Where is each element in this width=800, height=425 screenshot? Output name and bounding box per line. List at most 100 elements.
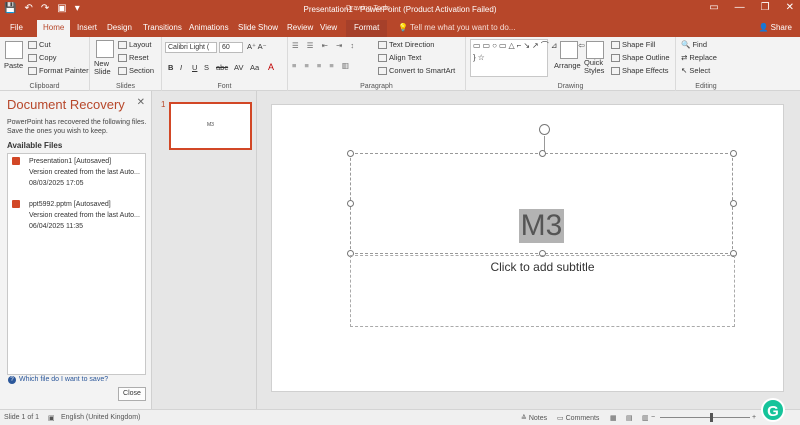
tab-file[interactable]: File (10, 23, 23, 32)
paint-bucket-icon (611, 41, 620, 50)
thumbnail-title: M3 (207, 122, 214, 128)
shape-effects-label: Shape Effects (622, 66, 669, 75)
zoom-slider[interactable] (660, 417, 750, 418)
tab-view[interactable]: View (320, 23, 337, 32)
slide-title[interactable]: M3 (518, 209, 565, 243)
shadow-button[interactable]: S (204, 63, 209, 72)
minimize-icon[interactable]: — (735, 2, 745, 13)
slide-thumbnail-pane: 1 M3 (152, 91, 257, 409)
new-slide-button[interactable]: New Slide (94, 60, 118, 76)
strikethrough-button[interactable]: abc (216, 63, 228, 72)
shape-fill-button[interactable]: Shape Fill (611, 40, 655, 50)
resize-handle-t[interactable] (539, 150, 546, 157)
text-direction-button[interactable]: Text Direction (378, 40, 434, 50)
spellcheck-icon[interactable]: ▣ (48, 414, 55, 422)
file-description: Version created from the last Auto... (29, 212, 140, 219)
tab-insert[interactable]: Insert (77, 23, 97, 32)
replace-label: Replace (689, 53, 717, 62)
reading-view-icon[interactable]: ▥ (642, 414, 649, 422)
slide-editor: M3 Click to add subtitle (258, 91, 800, 409)
select-button[interactable]: ↖ Select (681, 66, 710, 75)
tab-animations[interactable]: Animations (189, 23, 229, 32)
close-button[interactable]: Close (118, 387, 146, 401)
char-spacing-button[interactable]: AV (234, 63, 243, 72)
list-buttons-icon[interactable]: ☰ ☰ ⇤ ⇥ ↕ (292, 41, 357, 50)
ribbon-display-icon[interactable]: ▭ (709, 2, 718, 13)
align-buttons-icon[interactable]: ≡ ≡ ≡ ≡ ▥ (292, 61, 352, 70)
help-link[interactable]: ? Which file do I want to save? (8, 376, 108, 384)
zoom-slider-thumb[interactable] (710, 413, 713, 422)
language-status[interactable]: English (United Kingdom) (61, 414, 140, 421)
shape-outline-button[interactable]: Shape Outline (611, 53, 670, 63)
shape-effects-button[interactable]: Shape Effects (611, 66, 669, 76)
normal-view-icon[interactable]: ▦ (610, 414, 617, 422)
resize-handle-r[interactable] (730, 200, 737, 207)
slide-canvas[interactable]: M3 Click to add subtitle (271, 104, 784, 392)
title-placeholder[interactable]: M3 (347, 124, 737, 257)
zoom-out-icon[interactable]: − (651, 414, 655, 421)
clipboard-label: Clipboard (29, 83, 60, 90)
font-color-button[interactable]: A (268, 62, 274, 72)
notes-button[interactable]: ≙ Notes (521, 414, 547, 422)
font-size-select[interactable]: 60 (219, 42, 243, 53)
reset-button[interactable]: Reset (118, 53, 149, 63)
slide-sorter-icon[interactable]: ▤ (626, 414, 633, 422)
tell-me-search[interactable]: 💡 Tell me what you want to do... (398, 23, 515, 32)
tab-home[interactable]: Home (37, 20, 71, 37)
share-button[interactable]: 👤 Share (758, 23, 792, 32)
cut-button[interactable]: Cut (28, 40, 51, 50)
comments-button[interactable]: ▭ Comments (557, 414, 599, 422)
section-icon (118, 67, 127, 76)
arrange-icon[interactable] (560, 41, 578, 59)
close-icon[interactable]: ✕ (786, 2, 794, 13)
resize-handle-tl[interactable] (347, 150, 354, 157)
tab-transitions[interactable]: Transitions (143, 23, 182, 32)
grammarly-icon[interactable]: G (761, 398, 785, 422)
italic-button[interactable]: I (180, 63, 182, 72)
change-case-button[interactable]: Aa (250, 63, 259, 72)
subtitle-placeholder[interactable]: Click to add subtitle (350, 255, 735, 327)
replace-button[interactable]: ⇄ Replace (681, 53, 717, 62)
restore-icon[interactable]: ❐ (761, 2, 770, 13)
resize-handle-tr[interactable] (730, 150, 737, 157)
tab-slide-show[interactable]: Slide Show (238, 23, 278, 32)
tab-format[interactable]: Format (346, 20, 388, 37)
paragraph-label: Paragraph (360, 83, 393, 90)
document-recovery-pane: Document Recovery ✕ PowerPoint has recov… (0, 91, 152, 409)
ribbon-tabs: File Home Insert Design Transitions Anim… (0, 20, 800, 37)
section-button[interactable]: Section (118, 66, 154, 76)
resize-handle-l[interactable] (347, 200, 354, 207)
slide-count: Slide 1 of 1 (4, 414, 40, 421)
paste-icon[interactable] (5, 41, 23, 59)
convert-smartart-button[interactable]: Convert to SmartArt (378, 66, 455, 76)
rotate-handle-icon[interactable] (539, 124, 550, 135)
arrange-button[interactable]: Arrange (554, 61, 581, 70)
slide-thumbnail[interactable]: M3 (169, 102, 252, 150)
layout-button[interactable]: Layout (118, 40, 152, 50)
tab-review[interactable]: Review (287, 23, 313, 32)
format-painter-label: Format Painter (39, 66, 89, 75)
grow-font-icon[interactable]: A⁺ A⁻ (247, 42, 267, 51)
clipboard-group: Paste Cut Copy Format Painter Clipboard (0, 37, 90, 91)
underline-button[interactable]: U (192, 63, 197, 72)
editing-group: 🔍 Find ⇄ Replace ↖ Select Editing (676, 37, 736, 91)
new-slide-icon[interactable] (96, 40, 114, 58)
status-bar: Slide 1 of 1 ▣ English (United Kingdom) … (0, 409, 800, 425)
list-item[interactable]: ppt5992.pptm [Autosaved] Version created… (12, 199, 142, 232)
slides-group: New Slide Layout Reset Section Slides (90, 37, 162, 91)
format-painter-button[interactable]: Format Painter (28, 66, 89, 76)
copy-button[interactable]: Copy (28, 53, 57, 63)
zoom-in-icon[interactable]: + (752, 414, 756, 421)
replace-icon: ⇄ (681, 53, 688, 62)
list-item[interactable]: Presentation1 [Autosaved] Version create… (12, 156, 142, 189)
paste-button[interactable]: Paste (4, 61, 23, 70)
font-name-select[interactable]: Calibri Light ( (165, 42, 217, 53)
tab-design[interactable]: Design (107, 23, 132, 32)
quick-styles-icon[interactable] (586, 41, 604, 59)
close-icon[interactable]: ✕ (137, 97, 145, 108)
bold-button[interactable]: B (168, 63, 173, 72)
align-text-button[interactable]: Align Text (378, 53, 421, 63)
shapes-gallery[interactable]: ▭▭○▭△⌐↘↗⌒⊿⇔⇒⇦⇧{ }☆ (470, 39, 598, 77)
quick-styles-button[interactable]: Quick Styles (584, 59, 606, 75)
find-button[interactable]: 🔍 Find (681, 40, 707, 49)
